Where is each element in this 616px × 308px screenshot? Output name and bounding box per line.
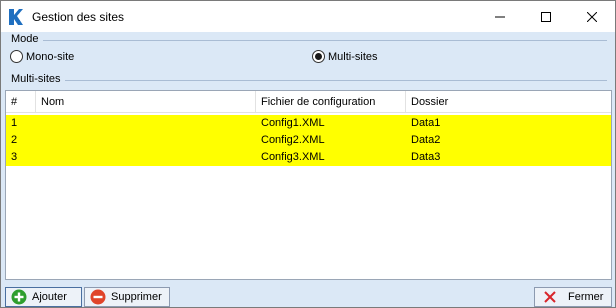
mode-radio-group: Mono-site Multi-sites [10, 50, 610, 66]
radio-multi-sites-label: Multi-sites [328, 50, 378, 63]
table-header: # Nom Fichier de configuration Dossier [6, 91, 611, 113]
green-plus-icon [11, 289, 27, 305]
add-button[interactable]: Ajouter [5, 287, 82, 307]
cell-fichier: Config1.XML [261, 117, 325, 129]
mode-group-divider [43, 40, 607, 41]
red-minus-icon [90, 289, 106, 305]
cell-nom [36, 132, 41, 149]
column-header-nom[interactable]: Nom [36, 91, 256, 113]
table-row[interactable]: 2 Config2.XML Data2 [6, 132, 611, 149]
delete-button[interactable]: Supprimer [84, 287, 170, 307]
radio-multi-sites-indicator[interactable] [312, 50, 325, 63]
column-header-dossier[interactable]: Dossier [406, 91, 611, 113]
column-header-fichier[interactable]: Fichier de configuration [256, 91, 406, 113]
title-bar[interactable]: Gestion des sites [1, 1, 615, 32]
red-x-icon [544, 291, 556, 303]
cell-fichier: Config2.XML [261, 134, 325, 146]
close-button-label: Fermer [568, 291, 604, 303]
delete-button-label: Supprimer [111, 291, 162, 303]
multisites-group-label: Multi-sites [11, 73, 61, 85]
radio-mono-site-label: Mono-site [26, 50, 75, 63]
radio-mono-site[interactable]: Mono-site [10, 50, 74, 63]
dialog-window: Gestion des sites Mode Mono-site Multi-s… [0, 0, 616, 308]
column-header-number[interactable]: # [6, 91, 36, 113]
minimize-icon [495, 16, 505, 17]
cell-number: 3 [11, 151, 18, 163]
radio-mono-site-indicator[interactable] [10, 50, 23, 63]
maximize-button[interactable] [523, 1, 569, 32]
close-icon [587, 11, 597, 22]
table-row[interactable]: 1 Config1.XML Data1 [6, 115, 611, 132]
cell-nom [36, 149, 41, 166]
cell-number: 2 [11, 134, 18, 146]
cell-dossier: Data2 [411, 134, 441, 146]
cell-dossier: Data1 [411, 117, 441, 129]
cell-number: 1 [11, 117, 18, 129]
table-row[interactable]: 3 Config3.XML Data3 [6, 149, 611, 166]
sites-table[interactable]: # Nom Fichier de configuration Dossier 1… [5, 90, 612, 280]
cell-nom [36, 115, 41, 132]
multisites-group-divider [65, 80, 607, 81]
minimize-button[interactable] [477, 1, 523, 32]
app-logo-icon [9, 9, 23, 25]
radio-multi-sites[interactable]: Multi-sites [312, 50, 378, 63]
maximize-icon [541, 11, 551, 22]
mode-group-label: Mode [11, 33, 39, 45]
cell-dossier: Data3 [411, 151, 441, 163]
close-button[interactable]: Fermer [534, 287, 612, 307]
cell-fichier: Config3.XML [261, 151, 325, 163]
close-window-button[interactable] [569, 1, 615, 32]
window-title: Gestion des sites [32, 10, 125, 24]
add-button-label: Ajouter [32, 291, 67, 303]
